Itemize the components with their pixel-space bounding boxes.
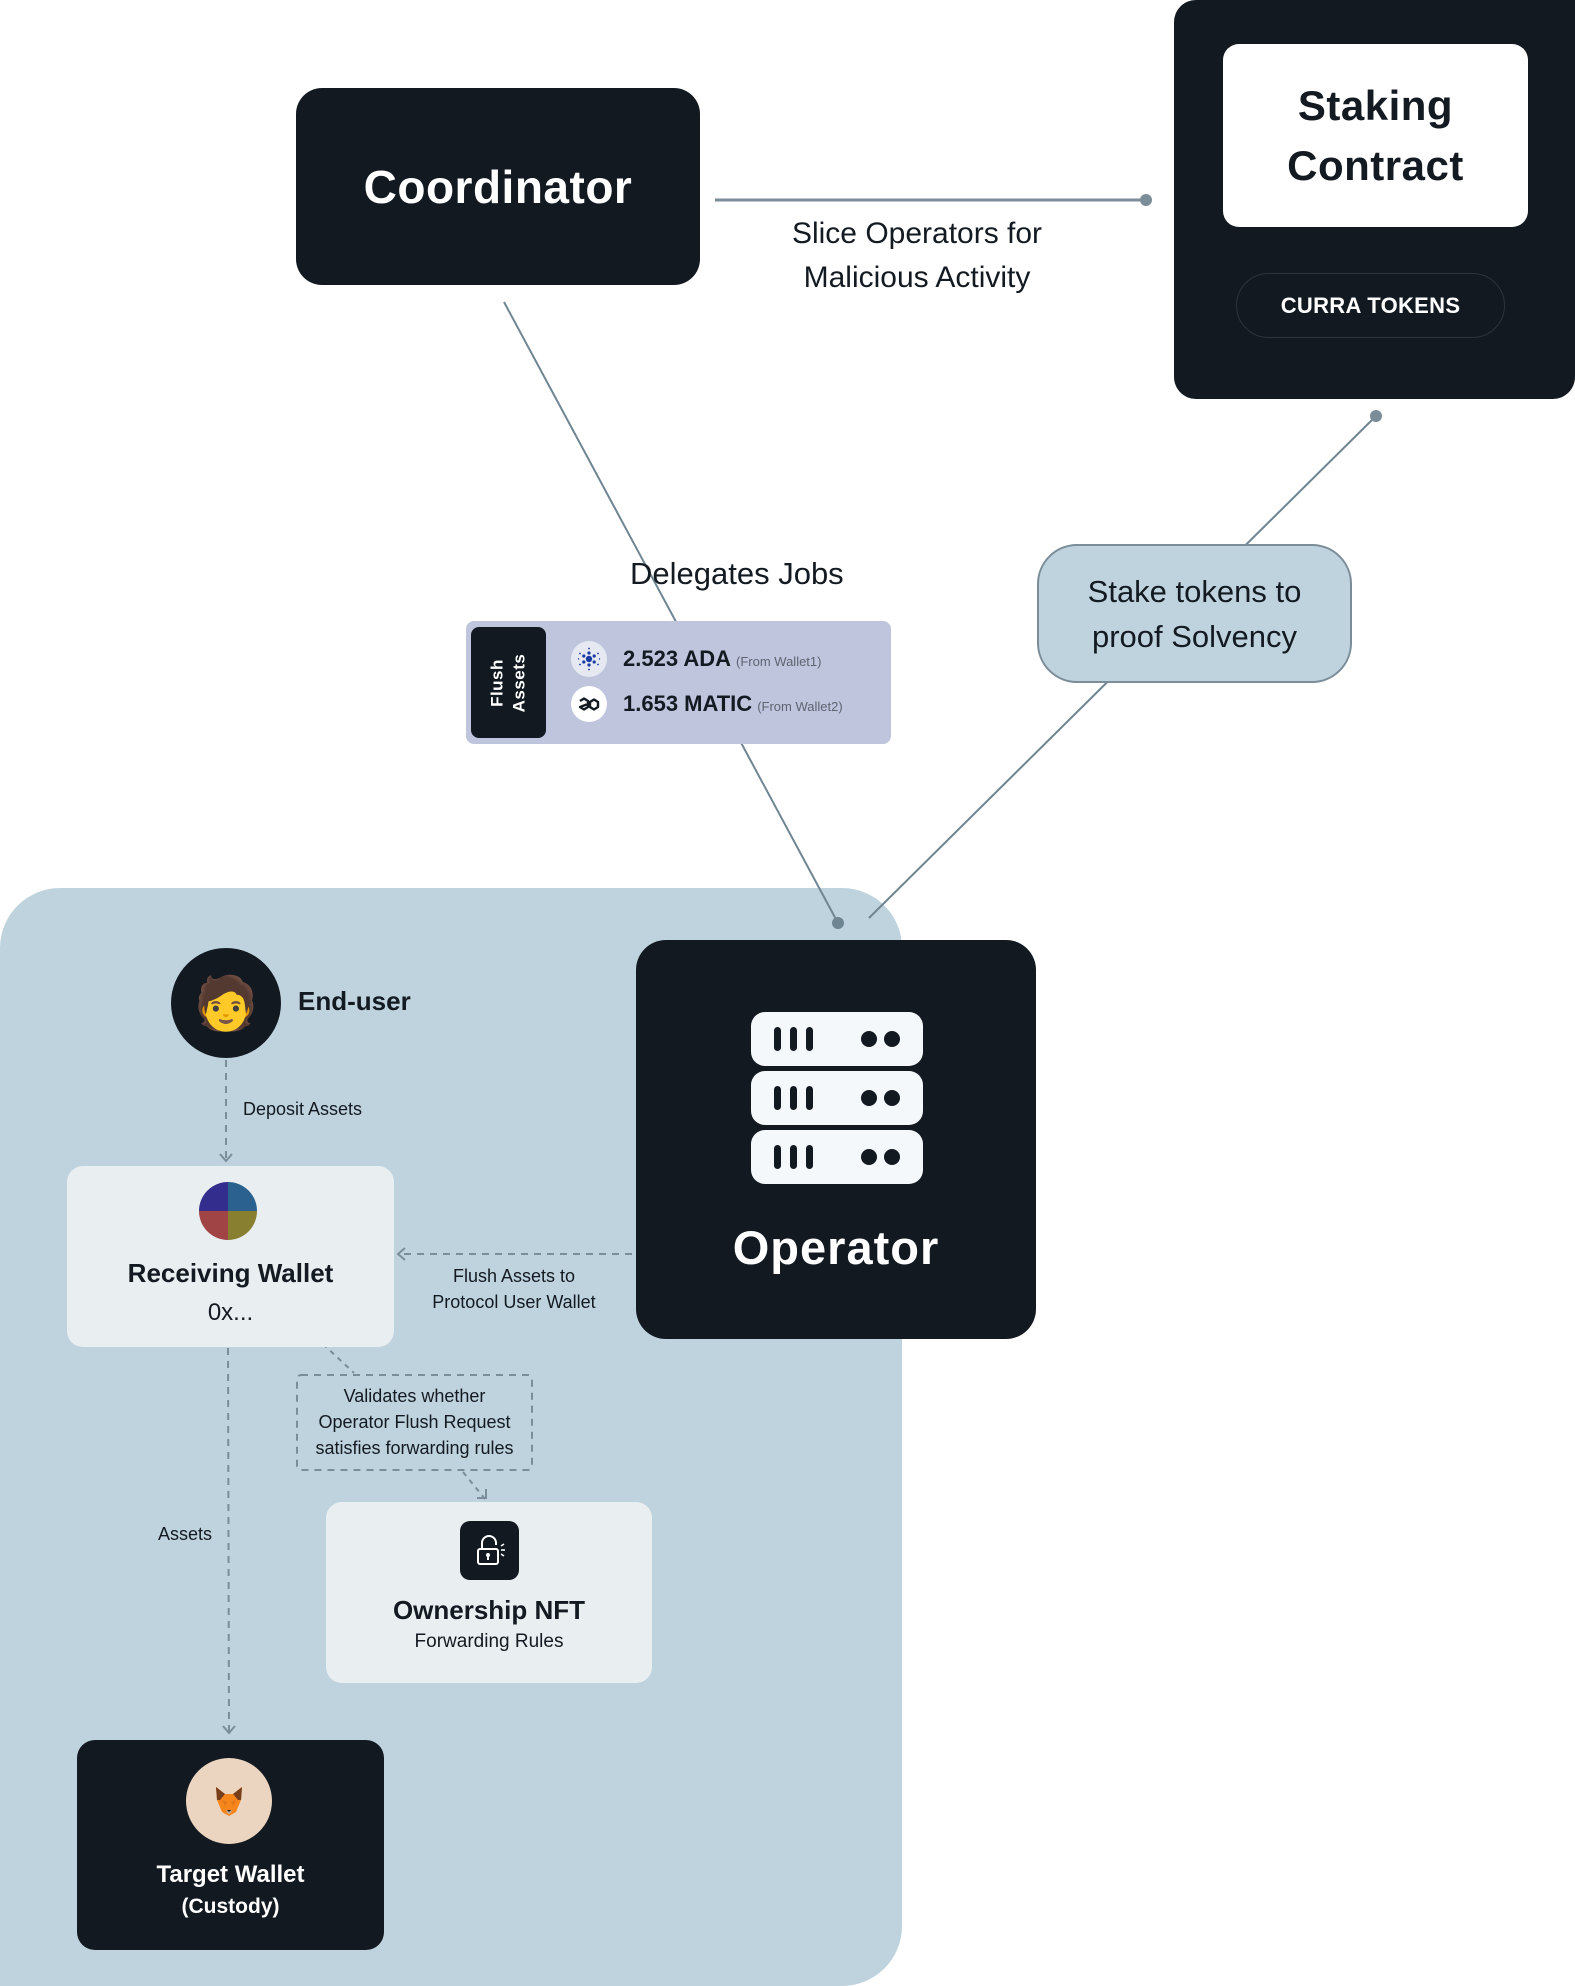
asset-source: (From Wallet1) <box>736 654 822 669</box>
asset-source: (From Wallet2) <box>757 699 843 714</box>
end-user-avatar[interactable]: 🧑 <box>171 948 281 1058</box>
validation-note: Validates whether Operator Flush Request… <box>296 1374 533 1471</box>
delegates-connector <box>503 301 839 924</box>
asset-row: 2.523 ADA (From Wallet1) <box>571 641 821 677</box>
ownership-nft-subtitle: Forwarding Rules <box>414 1631 564 1652</box>
coordinator-title: Coordinator <box>363 160 633 213</box>
coordinator-node[interactable]: Coordinator <box>296 88 700 285</box>
staking-title-line1: Staking <box>1297 81 1454 129</box>
end-user-label: End-user <box>298 986 411 1016</box>
unlock-icon <box>460 1521 519 1580</box>
staking-title-line2: Contract <box>1287 141 1464 189</box>
curra-tokens-badge[interactable]: CURRA TOKENS <box>1236 273 1505 338</box>
flush-tab-line1: Flush <box>487 658 507 707</box>
wallet-avatar-icon <box>199 1182 257 1240</box>
target-wallet-node[interactable]: Target Wallet (Custody) <box>77 1740 384 1950</box>
asset-amount: 2.523 ADA <box>623 646 732 671</box>
asset-amount: 1.653 MATIC <box>623 691 753 716</box>
stake-label-line2: proof Solvency <box>1091 618 1298 654</box>
ownership-nft-node[interactable]: Ownership NFT Forwarding Rules <box>326 1502 652 1683</box>
flush-label-line2: Protocol User Wallet <box>432 1292 596 1312</box>
assets-edge-label: Assets <box>158 1524 213 1544</box>
operator-title: Operator <box>732 1221 940 1274</box>
person-red-hair-icon: 🧑 <box>193 974 259 1033</box>
target-wallet-subtitle: (Custody) <box>181 1895 280 1918</box>
flush-tab-line2: Assets <box>509 653 529 712</box>
receiving-wallet-node[interactable]: Receiving Wallet 0x... <box>67 1166 394 1347</box>
asset-row: 1.653 MATIC (From Wallet2) <box>571 686 843 722</box>
stake-label-line1: Stake tokens to <box>1087 573 1302 609</box>
operator-node[interactable]: Operator <box>636 940 1036 1339</box>
flush-to-wallet-edge-label: Flush Assets to Protocol User Wallet <box>414 1263 614 1315</box>
stake-connector-endpoint <box>1370 410 1382 422</box>
flush-assets-card[interactable]: Flush Assets 2.523 ADA (From Wallet1) 1.… <box>466 621 891 744</box>
deposit-edge-label: Deposit Assets <box>243 1099 363 1119</box>
receiving-wallet-title: Receiving Wallet <box>127 1258 334 1288</box>
slice-label-line1: Slice Operators for <box>791 217 1043 250</box>
slice-edge-label: Slice Operators for Malicious Activity <box>717 212 1117 300</box>
receiving-wallet-address[interactable]: 0x... <box>67 1299 394 1327</box>
curra-tokens-label: CURRA TOKENS <box>1280 292 1461 318</box>
metamask-fox-icon <box>186 1758 272 1844</box>
ownership-nft-title: Ownership NFT <box>392 1595 586 1625</box>
staking-contract-title-card: Staking Contract <box>1223 44 1528 227</box>
target-wallet-title: Target Wallet <box>156 1861 305 1888</box>
stake-edge-label: Stake tokens to proof Solvency <box>1037 544 1352 683</box>
cardano-icon <box>571 641 607 677</box>
server-rack-icon <box>751 1012 923 1184</box>
slice-connector-endpoint <box>1140 194 1152 206</box>
slice-label-line2: Malicious Activity <box>803 261 1031 294</box>
polygon-icon <box>571 686 607 722</box>
staking-contract-node[interactable]: Staking Contract CURRA TOKENS <box>1174 0 1575 399</box>
validation-note-border <box>296 1374 533 1471</box>
flush-assets-tab: Flush Assets <box>471 627 546 738</box>
flush-label-line1: Flush Assets to <box>452 1266 576 1286</box>
delegates-edge-label: Delegates Jobs <box>630 556 844 591</box>
